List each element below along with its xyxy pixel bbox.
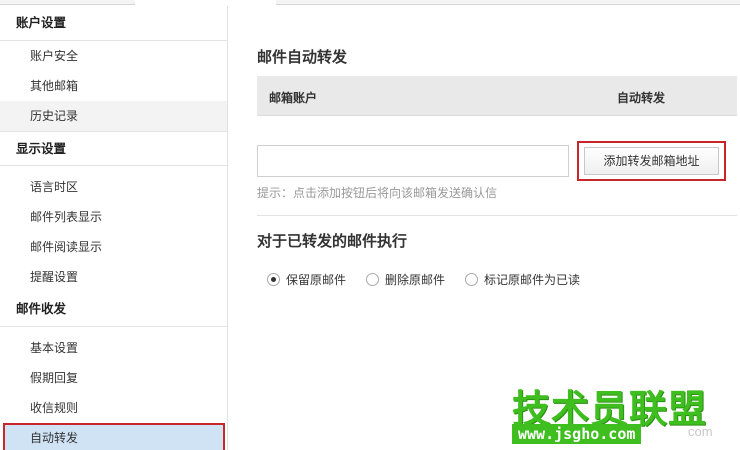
sidebar-item-history[interactable]: 历史记录 (0, 101, 227, 131)
radio-label: 保留原邮件 (286, 272, 347, 287)
add-button-highlight: 添加转发邮箱地址 (577, 141, 726, 181)
sidebar-item-receive-rules[interactable]: 收信规则 (0, 393, 227, 423)
hint-text: 提示：点击添加按钮后将向该邮箱发送确认信 (257, 186, 498, 200)
option-keep-original[interactable]: 保留原邮件 (267, 271, 346, 288)
sidebar-item-mail-list-display[interactable]: 邮件列表显示 (0, 202, 227, 232)
tab-strip-right (276, 0, 740, 5)
column-header-account: 邮箱账户 (269, 91, 318, 105)
watermark-tail: com (688, 424, 713, 439)
radio-label: 标记原邮件为已读 (484, 272, 581, 287)
sidebar-item-vacation-reply[interactable]: 假期回复 (0, 363, 227, 393)
sidebar-item-language-timezone[interactable]: 语言时区 (0, 172, 227, 202)
site-watermark: 技术员联盟 www.jsgho.com (512, 378, 706, 446)
section-divider (257, 215, 737, 216)
sidebar-item-mail-read-display[interactable]: 邮件阅读显示 (0, 232, 227, 262)
tab-strip-left (0, 0, 135, 5)
sidebar-item-other-mailboxes[interactable]: 其他邮箱 (0, 71, 227, 101)
watermark-url: www.jsgho.com (512, 424, 642, 444)
section-mail-send-receive: 邮件收发 (0, 292, 227, 327)
radio-button[interactable] (267, 272, 280, 286)
sidebar-item-auto-forward[interactable]: 自动转发 (3, 423, 225, 450)
option-mark-read[interactable]: 标记原邮件为已读 (465, 271, 580, 288)
forward-table-header: 邮箱账户 自动转发 (257, 76, 737, 116)
sidebar-item-account-security[interactable]: 账户安全 (0, 41, 227, 71)
option-delete-original[interactable]: 删除原邮件 (366, 271, 445, 288)
radio-label: 删除原邮件 (385, 272, 446, 287)
sidebar-item-reminder-settings[interactable]: 提醒设置 (0, 262, 227, 292)
section-account-settings: 账户设置 (0, 6, 227, 41)
radio-button[interactable] (465, 272, 479, 286)
action-section-title: 对于已转发的邮件执行 (257, 233, 408, 250)
forward-address-input[interactable] (257, 145, 569, 177)
settings-sidebar: 账户设置 账户安全 其他邮箱 历史记录 显示设置 语言时区 邮件列表显示 邮件阅… (0, 6, 228, 450)
section-display-settings: 显示设置 (0, 131, 227, 166)
page-title: 邮件自动转发 (257, 49, 348, 66)
add-forward-address-button[interactable]: 添加转发邮箱地址 (584, 147, 719, 175)
radio-button[interactable] (366, 272, 380, 286)
forwarded-mail-action-options: 保留原邮件 删除原邮件 标记原邮件为已读 (267, 271, 600, 287)
column-header-auto-forward: 自动转发 (617, 91, 666, 105)
sidebar-item-basic-settings[interactable]: 基本设置 (0, 333, 227, 363)
